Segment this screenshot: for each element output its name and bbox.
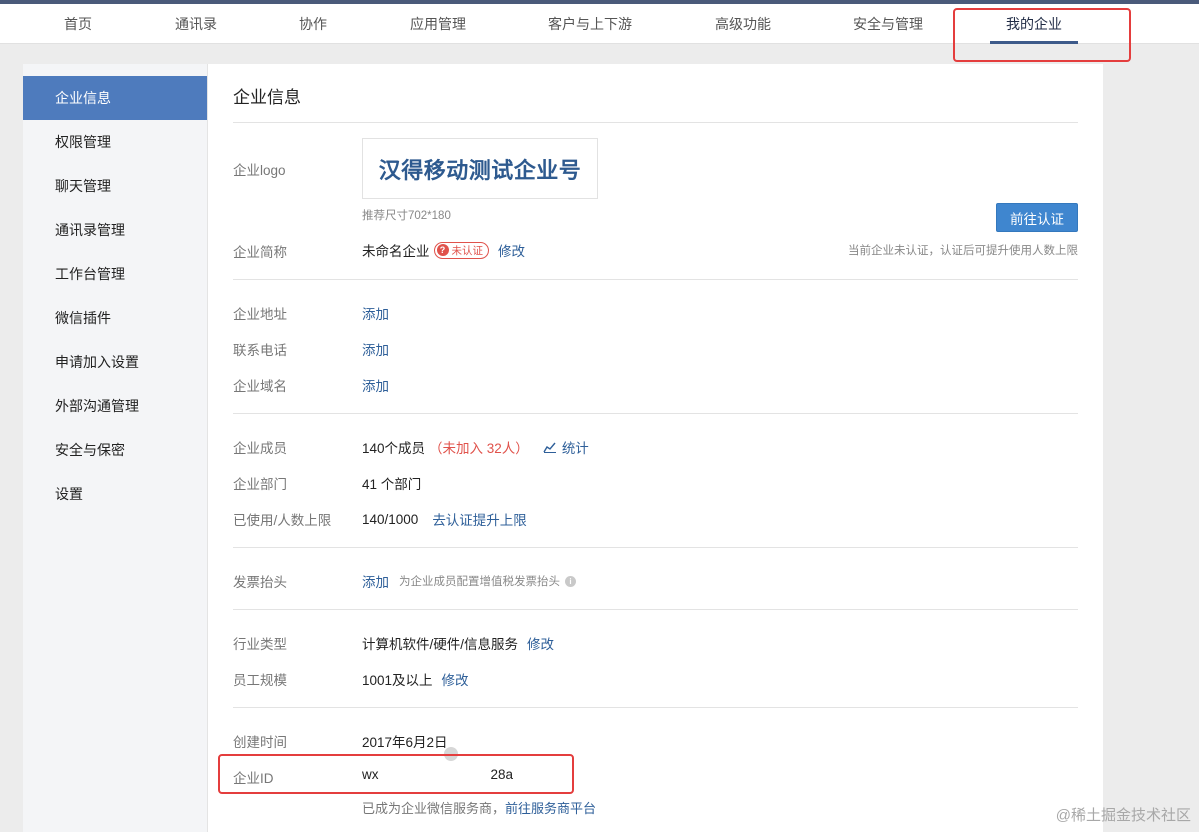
corp-id-label: 企业ID: [233, 771, 274, 786]
add-domain-link[interactable]: 添加: [362, 375, 389, 395]
page-title: 企业信息: [233, 88, 301, 107]
enterprise-logo[interactable]: 汉得移动测试企业号: [362, 138, 598, 199]
phone-row: 添加: [362, 339, 389, 359]
departments-row: 41 个部门: [362, 473, 421, 493]
not-joined-count: （未加入 32人）: [429, 441, 529, 456]
departments-count: 41 个部门: [362, 477, 422, 492]
invoice-label: 发票抬头: [233, 575, 287, 590]
nav-contacts[interactable]: 通讯录: [175, 4, 217, 44]
departments-label: 企业部门: [233, 477, 287, 492]
scale-value: 1001及以上: [362, 673, 433, 688]
logo-size-hint: 推荐尺寸702*180: [362, 210, 451, 222]
sidebar-item-permissions[interactable]: 权限管理: [23, 120, 207, 164]
sidebar-item-wechat-plugin[interactable]: 微信插件: [23, 296, 207, 340]
question-icon: ?: [436, 244, 449, 256]
sidebar-item-enterprise-info[interactable]: 企业信息: [23, 76, 207, 120]
created-value: 2017年6月2日: [362, 735, 448, 750]
main-content: 企业信息 企业logo 汉得移动测试企业号 推荐尺寸702*180 前往认证 企…: [233, 64, 1078, 832]
sidebar-item-contacts-management[interactable]: 通讯录管理: [23, 208, 207, 252]
nav-my-enterprise[interactable]: 我的企业: [1006, 4, 1062, 44]
edit-industry-link[interactable]: 修改: [527, 633, 554, 653]
members-count: 140个成员: [362, 441, 426, 456]
corp-id-part-1: wx: [362, 767, 379, 782]
badge-label: 未认证: [451, 244, 484, 257]
nav-app-management[interactable]: 应用管理: [410, 4, 466, 44]
certification-hint: 当前企业未认证，认证后可提升使用人数上限: [848, 245, 1078, 257]
domain-row: 添加: [362, 375, 389, 395]
provider-row: 已成为企业微信服务商， 前往服务商平台: [362, 798, 596, 817]
sidebar-item-settings[interactable]: 设置: [23, 472, 207, 516]
short-name-value: 未命名企业: [362, 244, 430, 259]
nav-collaboration[interactable]: 协作: [299, 4, 327, 44]
provider-platform-link[interactable]: 前往服务商平台: [505, 798, 596, 817]
nav-advanced-features[interactable]: 高级功能: [715, 4, 771, 44]
cursor-dot: [444, 747, 458, 761]
sidebar-item-chat-management[interactable]: 聊天管理: [23, 164, 207, 208]
invoice-hint: 为企业成员配置增值税发票抬头: [399, 576, 560, 588]
invoice-row: 添加 为企业成员配置增值税发票抬头 i: [362, 571, 576, 591]
industry-value: 计算机软件/硬件/信息服务: [362, 637, 519, 652]
uncertified-badge: ? 未认证: [433, 241, 489, 259]
top-navigation: 首页 通讯录 协作 应用管理 客户与上下游 高级功能 安全与管理 我的企业: [0, 4, 1199, 44]
created-label: 创建时间: [233, 735, 287, 750]
scale-label: 员工规模: [233, 673, 287, 688]
sidebar: 企业信息 权限管理 聊天管理 通讯录管理 工作台管理 微信插件 申请加入设置 外…: [23, 64, 208, 832]
sidebar-item-join-settings[interactable]: 申请加入设置: [23, 340, 207, 384]
usage-row: 140/1000 去认证提升上限: [362, 509, 527, 529]
stats-link[interactable]: 统计: [562, 437, 589, 457]
info-icon[interactable]: i: [565, 575, 576, 587]
corp-id-part-3: 28a: [490, 767, 514, 782]
usage-value: 140/1000: [362, 511, 419, 527]
provider-text: 已成为企业微信服务商，: [362, 801, 506, 816]
address-row: 添加: [362, 303, 389, 323]
divider: [233, 413, 1078, 414]
stats-icon[interactable]: [543, 441, 557, 453]
divider: [233, 547, 1078, 548]
phone-label: 联系电话: [233, 343, 287, 358]
divider: [233, 707, 1078, 708]
usage-label: 已使用/人数上限: [233, 513, 332, 528]
add-invoice-link[interactable]: 添加: [362, 571, 389, 591]
active-tab-underline: [990, 41, 1078, 44]
nav-customers-partners[interactable]: 客户与上下游: [548, 4, 632, 44]
short-name-label: 企业简称: [233, 245, 287, 260]
short-name-row: 未命名企业 ? 未认证 修改: [362, 240, 525, 260]
domain-label: 企业域名: [233, 379, 287, 394]
industry-row: 计算机软件/硬件/信息服务 修改: [362, 633, 554, 653]
members-label: 企业成员: [233, 441, 287, 456]
edit-short-name-link[interactable]: 修改: [498, 240, 525, 260]
upgrade-limit-link[interactable]: 去认证提升上限: [432, 509, 527, 529]
go-certify-button[interactable]: 前往认证: [996, 203, 1078, 232]
add-address-link[interactable]: 添加: [362, 303, 389, 323]
sidebar-item-security[interactable]: 安全与保密: [23, 428, 207, 472]
sidebar-item-workbench-management[interactable]: 工作台管理: [23, 252, 207, 296]
redaction-mask: [378, 767, 491, 782]
corp-id-row: wx 28a: [362, 767, 513, 782]
logo-label: 企业logo: [233, 163, 286, 178]
created-row: 2017年6月2日: [362, 731, 448, 751]
divider: [233, 279, 1078, 280]
nav-home[interactable]: 首页: [64, 4, 92, 44]
address-label: 企业地址: [233, 307, 287, 322]
industry-label: 行业类型: [233, 637, 287, 652]
nav-security-management[interactable]: 安全与管理: [853, 4, 923, 44]
members-row: 140个成员 （未加入 32人） 统计: [362, 437, 589, 457]
scale-row: 1001及以上 修改: [362, 669, 469, 689]
watermark: @稀土掘金技术社区: [1055, 807, 1191, 824]
divider: [233, 122, 1078, 123]
sidebar-item-external-communication[interactable]: 外部沟通管理: [23, 384, 207, 428]
divider: [233, 609, 1078, 610]
add-phone-link[interactable]: 添加: [362, 339, 389, 359]
edit-scale-link[interactable]: 修改: [442, 669, 469, 689]
